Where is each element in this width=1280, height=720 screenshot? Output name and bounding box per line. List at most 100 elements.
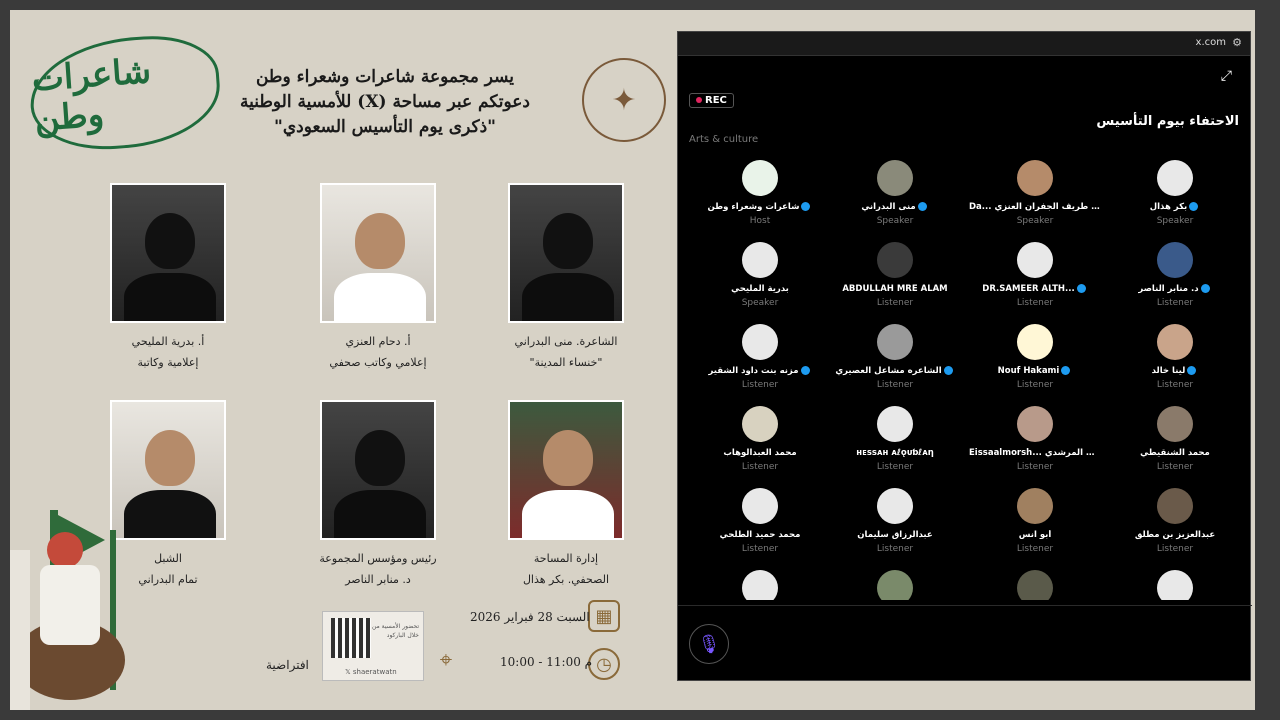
expand-icon[interactable]: ⤢ [1221,68,1232,84]
avatar [742,406,778,442]
qr-code [331,618,371,658]
avatar [1017,242,1053,278]
participant[interactable]: Nouf Hakami Listener [965,324,1105,390]
participants-grid: بكر هذال Speaker Da... دحام طريف الجفران … [678,160,1252,600]
person-photo [320,183,436,323]
avatar [1017,488,1053,524]
avatar [1157,160,1193,196]
person-card: أ. دحام العنزي إعلامي وكاتب صحفي [303,183,453,369]
participant[interactable]: Da... دحام طريف الجفران العنزي Speaker [965,160,1105,226]
participant[interactable]: محمد العبدالوهاب Listener [690,406,830,472]
poster-title: يسر مجموعة شاعرات وشعراء وطن دعوتكم عبر … [225,65,545,140]
person-title: "خنساء المدينة" [529,356,603,369]
qr-caption: تحضور الأمسية من خلال الباركود [371,623,419,639]
person-card: الشاعرة. منى البدراني "خنساء المدينة" [491,183,641,369]
person-name: أ. بدرية المليحي [131,335,205,348]
participant[interactable]: بكر هذال Speaker [1105,160,1245,226]
verified-icon [1061,366,1071,375]
verified-icon [917,202,927,211]
participant[interactable]: محمد الشنقيطي Listener [1105,406,1245,472]
qr-code-card: تحضور الأمسية من خلال الباركود 𝕏 shaerat… [322,611,424,681]
title-line-1: يسر مجموعة شاعرات وشعراء وطن [255,67,514,87]
person-photo [508,400,624,540]
avatar [1157,242,1193,278]
participant[interactable]: محمد حميد الطلحي Listener [690,488,830,554]
space-title: الاحتفاء بيوم التأسيس [1096,114,1239,129]
verified-icon [1076,284,1086,293]
avatar [742,324,778,360]
person-card: إدارة المساحة الصحفي. بكر هذال [491,400,641,586]
avatar [877,324,913,360]
participant[interactable] [825,570,965,600]
participant[interactable]: عبدالرزاق سليمان Listener [825,488,965,554]
microphone-icon[interactable]: 🎙 [689,624,729,664]
participant[interactable]: بدرية المليحي Speaker [690,242,830,308]
avatar [877,406,913,442]
participant[interactable]: أبو انس Listener [965,488,1105,554]
person-title: د. منابر الناصر [345,573,411,586]
avatar [742,570,778,600]
person-title: الصحفي. بكر هذال [522,573,610,586]
logo-text: شاعرات وطن [30,51,153,140]
participant[interactable]: DR.SAMEER ALTH... Listener [965,242,1105,308]
space-category: Arts & culture [689,134,759,145]
participant[interactable] [690,570,830,600]
avatar [1157,324,1193,360]
avatar [1157,570,1193,600]
verified-icon [1187,366,1197,375]
screen: شاعرات وطن يسر مجموعة شاعرات وشعراء وطن … [0,0,1280,720]
participant[interactable] [965,570,1105,600]
event-location: افتراضية [266,658,309,672]
person-title: إعلامي وكاتب صحفي [329,356,427,369]
participant[interactable]: لينا خالد Listener [1105,324,1245,390]
verified-icon [1200,284,1210,293]
person-card: أ. بدرية المليحي إعلامية وكاتبة [93,183,243,369]
settings-icon[interactable]: ⚙ [1232,36,1242,49]
event-date: السبت 28 فبراير 2026 [470,610,590,624]
person-photo [320,400,436,540]
participant[interactable]: ʜᴇssᴀʜ ᴀℓǫᴜƅℓᴀη Listener [825,406,965,472]
title-line-2: دعوتكم عبر مساحة (X) للأمسية الوطنية [240,92,530,112]
verified-icon [800,366,810,375]
divider [678,605,1252,606]
avatar [877,242,913,278]
person-card: رئيس ومؤسس المجموعة د. منابر الناصر [303,400,453,586]
participant[interactable]: عبدالعزيز بن مطلق Listener [1105,488,1245,554]
avatar [742,488,778,524]
horse-rider-illustration [10,510,125,710]
group-logo: شاعرات وطن [26,31,224,155]
avatar [742,242,778,278]
avatar [877,160,913,196]
participant[interactable]: منى البدراني Speaker [825,160,965,226]
qr-handle: 𝕏 shaeratwatn [345,668,397,676]
verified-icon [801,202,811,211]
avatar [1157,406,1193,442]
person-name: الشاعرة. منى البدراني [514,335,618,348]
participant[interactable]: شاعرات وشعراء وطن Host [690,160,830,226]
avatar [1017,570,1053,600]
location-pin-icon: ⌖ [439,647,453,673]
verified-icon [943,366,953,375]
participant[interactable]: د. منابر الناصر Listener [1105,242,1245,308]
event-time: 10:00 - 11:00 م [500,655,593,669]
person-name: إدارة المساحة [533,552,599,565]
avatar [1017,160,1053,196]
avatar [877,488,913,524]
clock-icon: ◷ [588,648,620,680]
participant[interactable]: ABDULLAH MRE ALAM Listener [825,242,965,308]
avatar [877,570,913,600]
x-spaces-panel: x.com ⚙ ⤢ REC الاحتفاء بيوم التأسيس Arts… [677,31,1252,681]
participant[interactable] [1105,570,1245,600]
browser-bar: x.com ⚙ [678,32,1250,56]
person-photo [508,183,624,323]
avatar [1017,406,1053,442]
participant[interactable]: الشاعره مشاعل العصيري Listener [825,324,965,390]
url-text[interactable]: x.com [1196,37,1226,48]
participant[interactable]: Eissaalmorsh... عيسى المرشديListener [965,406,1105,472]
participant[interactable]: مزنه بنت داود الشقير Listener [690,324,830,390]
founding-day-emblem-icon: ✦ [582,58,666,142]
person-name: أ. دحام العنزي [345,335,411,348]
rec-badge: REC [689,93,734,108]
verified-icon [1189,202,1199,211]
person-name: رئيس ومؤسس المجموعة [319,552,437,565]
